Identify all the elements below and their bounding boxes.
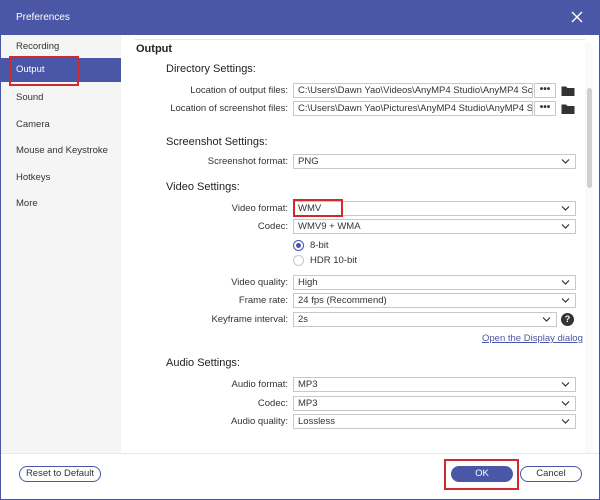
sidebar-item-label: Mouse and Keystroke (16, 145, 108, 156)
audio-format-value: MP3 (298, 379, 318, 390)
footer: Reset to Default OK Cancel (1, 453, 599, 499)
screenshot-location-browse-button[interactable]: ••• (534, 101, 556, 116)
keyframe-interval-value: 2s (298, 314, 309, 325)
chevron-down-icon (561, 298, 570, 303)
output-panel: Output Directory Settings: Location of o… (121, 35, 599, 453)
sidebar-item-camera[interactable]: Camera (1, 113, 121, 137)
reset-to-default-button[interactable]: Reset to Default (19, 466, 101, 482)
chevron-down-icon (561, 280, 570, 285)
audio-quality-value: Lossless (298, 416, 335, 427)
ok-button[interactable]: OK (451, 466, 513, 482)
title-bar: Preferences (1, 1, 599, 35)
video-format-label: Video format: (231, 203, 288, 214)
sidebar-item-label: More (16, 198, 38, 209)
page-title: Output (136, 43, 173, 55)
sidebar-item-label: Recording (16, 41, 60, 52)
folder-icon[interactable] (561, 85, 575, 97)
frame-rate-select[interactable]: 24 fps (Recommend) (293, 293, 576, 308)
screenshot-settings-title: Screenshot Settings: (166, 136, 268, 148)
sidebar-item-mouse-and-keystroke[interactable]: Mouse and Keystroke (1, 139, 121, 163)
video-settings-title: Video Settings: (166, 181, 240, 193)
output-location-browse-button[interactable]: ••• (534, 83, 556, 98)
audio-quality-label: Audio quality: (230, 416, 288, 427)
radio-label: HDR 10-bit (310, 255, 357, 266)
folder-icon[interactable] (561, 103, 575, 115)
audio-format-select[interactable]: MP3 (293, 377, 576, 392)
directory-settings-title: Directory Settings: (166, 63, 256, 75)
chevron-down-icon (561, 159, 570, 164)
open-display-dialog-link[interactable]: Open the Display dialog (482, 333, 583, 344)
sidebar-item-sound[interactable]: Sound (1, 86, 121, 110)
chevron-down-icon (561, 401, 570, 406)
video-quality-value: High (298, 277, 318, 288)
chevron-down-icon (561, 206, 570, 211)
help-icon[interactable]: ? (561, 313, 574, 326)
audio-codec-select[interactable]: MP3 (293, 396, 576, 411)
close-icon[interactable] (569, 9, 585, 25)
chevron-down-icon (561, 224, 570, 229)
radio-hdr-10-bit[interactable]: HDR 10-bit (293, 254, 413, 268)
screenshot-location-field[interactable]: C:\Users\Dawn Yao\Pictures\AnyMP4 Studio… (293, 101, 533, 116)
scrollbar-thumb[interactable] (587, 88, 592, 188)
audio-quality-select[interactable]: Lossless (293, 414, 576, 429)
top-divider (135, 39, 585, 40)
sidebar-item-label: Sound (16, 92, 44, 103)
chevron-down-icon (542, 317, 551, 322)
audio-codec-value: MP3 (298, 398, 318, 409)
video-quality-select[interactable]: High (293, 275, 576, 290)
radio-label: 8-bit (310, 240, 329, 251)
sidebar-item-label: Camera (16, 119, 50, 130)
video-codec-value: WMV9 + WMA (298, 221, 361, 232)
sidebar-item-more[interactable]: More (1, 192, 121, 216)
video-quality-label: Video quality: (231, 277, 288, 288)
sidebar: Recording Output Sound Camera Mouse and … (1, 35, 121, 453)
sidebar-item-label: Hotkeys (16, 172, 51, 183)
chevron-down-icon (561, 419, 570, 424)
screenshot-location-label: Location of screenshot files: (170, 103, 288, 114)
frame-rate-value: 24 fps (Recommend) (298, 295, 387, 306)
frame-rate-label: Frame rate: (238, 295, 288, 306)
radio-button[interactable] (293, 255, 304, 266)
output-location-label: Location of output files: (190, 85, 288, 96)
screenshot-format-label: Screenshot format: (207, 156, 288, 167)
window-title: Preferences (16, 12, 70, 23)
sidebar-item-hotkeys[interactable]: Hotkeys (1, 166, 121, 190)
screenshot-format-select[interactable]: PNG (293, 154, 576, 169)
radio-8-bit[interactable]: 8-bit (293, 239, 413, 253)
keyframe-interval-select[interactable]: 2s (293, 312, 557, 327)
codec-label: Codec: (257, 221, 288, 232)
video-format-select[interactable]: WMV (293, 201, 576, 216)
video-format-value: WMV (298, 203, 322, 214)
cancel-button[interactable]: Cancel (520, 466, 582, 482)
preferences-window: Preferences Recording Output Sound Camer… (0, 0, 600, 500)
screenshot-format-value: PNG (298, 156, 319, 167)
sidebar-item-output[interactable]: Output (1, 58, 121, 82)
audio-codec-label: Codec: (257, 398, 288, 409)
audio-format-label: Audio format: (231, 379, 289, 390)
sidebar-item-label: Output (16, 64, 45, 75)
radio-button-checked[interactable] (293, 240, 304, 251)
sidebar-item-recording[interactable]: Recording (1, 35, 121, 59)
video-codec-select[interactable]: WMV9 + WMA (293, 219, 576, 234)
output-location-field[interactable]: C:\Users\Dawn Yao\Videos\AnyMP4 Studio\A… (293, 83, 533, 98)
keyframe-interval-label: Keyframe interval: (211, 314, 288, 325)
chevron-down-icon (561, 382, 570, 387)
audio-settings-title: Audio Settings: (166, 357, 240, 369)
